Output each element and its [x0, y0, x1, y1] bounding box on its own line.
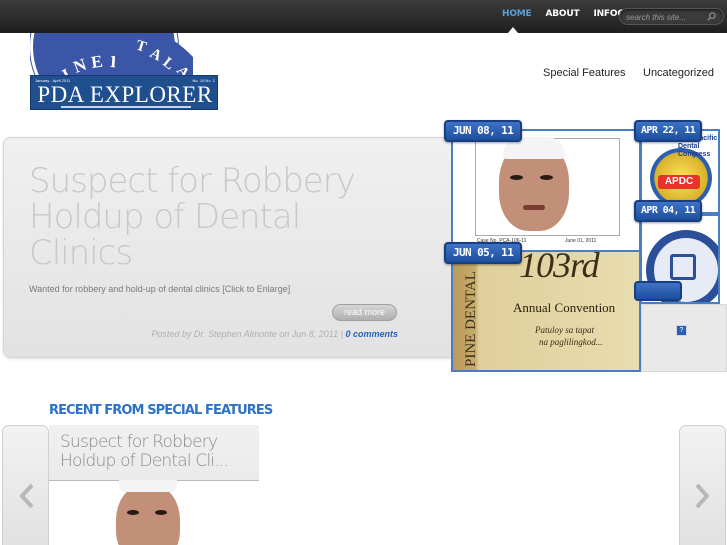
date-tag-jun08[interactable]: JUN 08, 11 — [444, 120, 523, 142]
date-tag-apr22[interactable]: APR 22, 11 — [634, 120, 703, 142]
featured-title[interactable]: Suspect for Robbery Holdup of Dental Cli… — [29, 163, 399, 271]
info-icon[interactable]: ? — [676, 325, 687, 336]
read-more-button[interactable]: read more — [332, 304, 397, 321]
search-box — [619, 8, 724, 25]
svg-text:E: E — [90, 52, 104, 72]
featured-post: Suspect for Robbery Holdup of Dental Cli… — [3, 137, 459, 358]
svg-text:PINE DENTAL: PINE DENTAL — [463, 271, 479, 367]
thumb-empty-area — [641, 304, 727, 372]
date-tag-jun05[interactable]: JUN 05, 11 — [444, 242, 523, 264]
convention-heading: Annual Convention — [513, 300, 616, 315]
convention-motto-1: Patuloy sa tapat — [535, 325, 594, 335]
thumb-annual-convention[interactable]: PINE DENTAL 103rd Annual Convention Patu… — [451, 250, 641, 372]
featured-excerpt: Wanted for robbery and hold-up of dental… — [29, 284, 291, 294]
logo-banner: January - April 2011 No. 10 No. 1 PDA EX… — [30, 75, 218, 110]
convention-motto-2: na paglilingkod... — [539, 337, 603, 347]
active-nav-indicator — [508, 27, 518, 33]
poster-date: June 01, 2011 — [565, 238, 597, 244]
nav-about[interactable]: ABOUT — [546, 9, 580, 19]
recent-heading: RECENT FROM SPECIAL FEATURES — [49, 403, 273, 418]
recent-post-card[interactable]: Suspect for Robbery Holdup of Dental Cli… — [49, 425, 259, 545]
date-tag-blank[interactable] — [634, 281, 682, 301]
convention-number: 103rd — [519, 250, 600, 285]
chevron-left-icon — [20, 483, 34, 509]
page: HOME ABOUT INFOCOM I N E D E N — [0, 0, 727, 545]
logo-subline — [61, 106, 191, 108]
seal-right-arc: T A L A S — [115, 33, 215, 87]
search-input[interactable] — [626, 11, 704, 23]
apdc-badge: APDC — [658, 175, 700, 189]
chevron-right-icon — [695, 483, 709, 509]
svg-text:N: N — [71, 54, 90, 76]
slider-prev-button[interactable] — [2, 425, 49, 545]
category-uncategorized[interactable]: Uncategorized — [643, 67, 714, 79]
featured-section: Suspect for Robbery Holdup of Dental Cli… — [0, 120, 727, 375]
suspect-face-thumb — [116, 484, 180, 545]
recent-post-title[interactable]: Suspect for Robbery Holdup of Dental Cli… — [60, 433, 250, 471]
recent-post-thumbnail[interactable] — [49, 480, 259, 545]
meta-author-date: Posted by Dr. Stephen Almonte on Jun 8, … — [151, 329, 339, 339]
comments-link[interactable]: 0 comments — [345, 329, 398, 339]
featured-meta: Posted by Dr. Stephen Almonte on Jun 8, … — [151, 329, 398, 339]
site-logo[interactable]: I N E D E N T A L A S January - April 20… — [30, 33, 218, 110]
date-tag-apr04[interactable]: APR 04, 11 — [634, 200, 703, 222]
category-special-features[interactable]: Special Features — [543, 67, 626, 79]
nav-home[interactable]: HOME — [502, 9, 532, 19]
top-navigation-bar: HOME ABOUT INFOCOM — [0, 0, 727, 33]
thumb-suspect[interactable]: Case No. PCA-106-11 June 01, 2011 — [451, 129, 641, 252]
book-spine-image: PINE DENTAL — [461, 262, 479, 370]
slider-next-button[interactable] — [679, 425, 726, 545]
search-icon[interactable] — [707, 12, 716, 21]
logo-title: PDA EXPLORER — [37, 82, 213, 107]
